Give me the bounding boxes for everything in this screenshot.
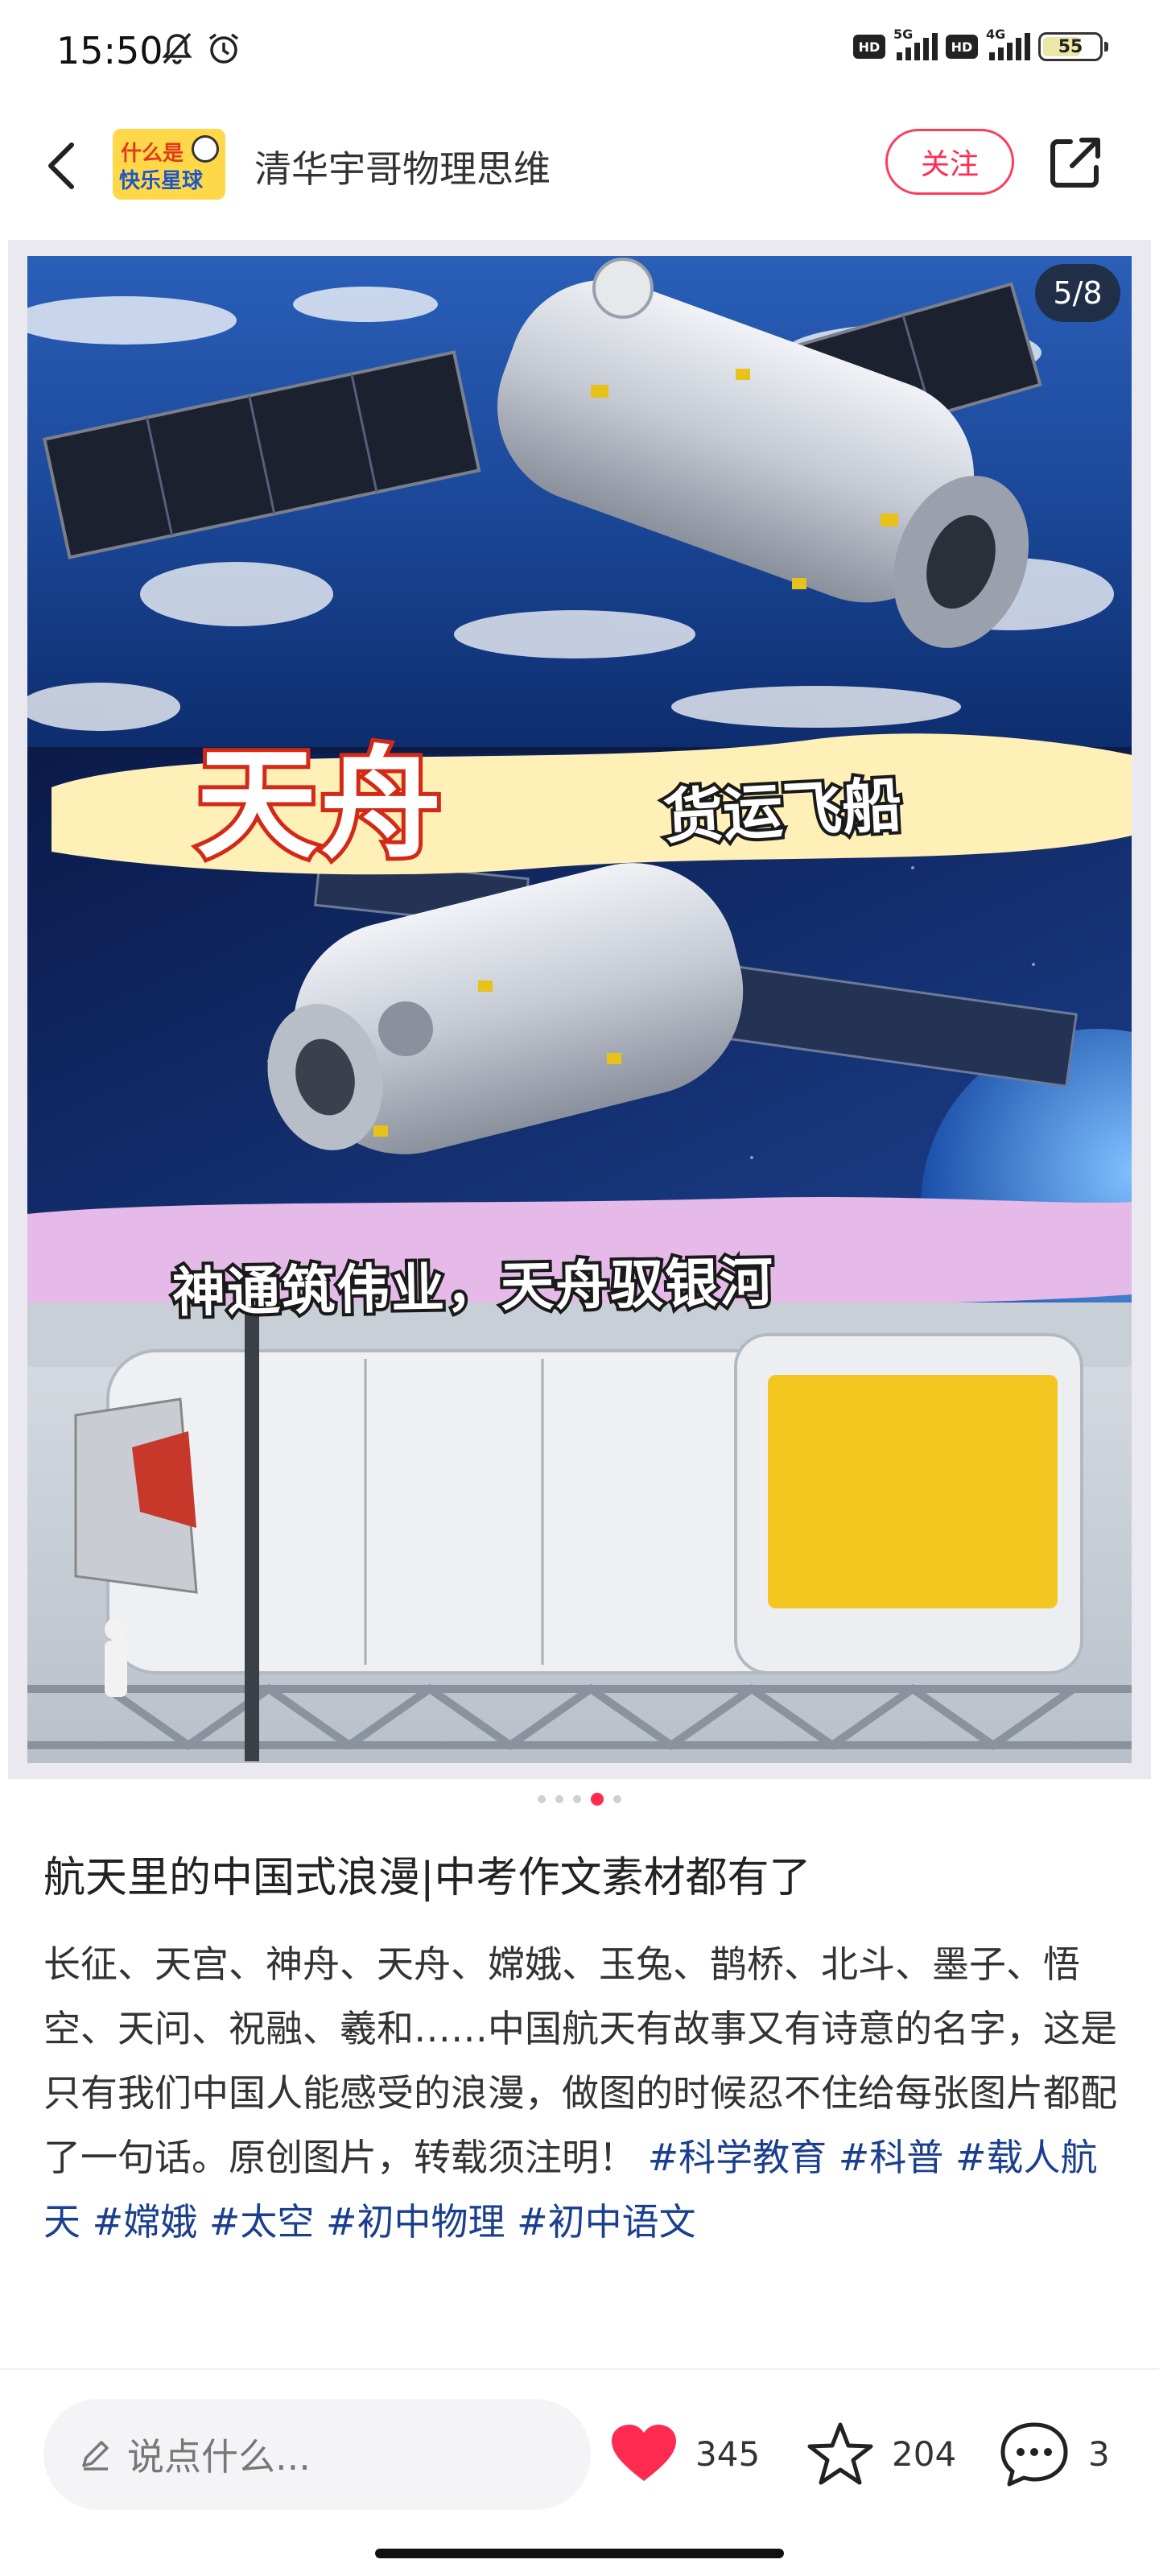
battery-icon: 55 — [1038, 32, 1108, 61]
heart-icon — [612, 2425, 676, 2481]
favorite-button[interactable]: 204 — [806, 2413, 956, 2494]
like-button[interactable]: 345 — [610, 2413, 760, 2494]
share-icon — [1050, 138, 1100, 188]
avatar-text-2: 快乐星球 — [119, 169, 204, 193]
comment-input[interactable]: 说点什么... — [43, 2399, 591, 2510]
carousel-dot — [538, 1795, 546, 1803]
signal-5g-icon: 5G — [893, 27, 938, 60]
hashtag-link[interactable]: #科普 — [827, 2136, 944, 2179]
comment-placeholder: 说点什么... — [127, 2435, 311, 2479]
hashtag-link[interactable]: #初中物理 — [314, 2200, 505, 2244]
poster-title: 天舟 — [192, 731, 445, 879]
follow-button[interactable]: 关注 — [885, 129, 1014, 195]
share-button[interactable] — [1043, 130, 1107, 195]
signal-4g-icon: 4G — [986, 27, 1030, 60]
chevron-left-icon — [48, 142, 74, 189]
hashtag-link[interactable]: #太空 — [197, 2200, 315, 2244]
status-icons-left — [159, 31, 241, 66]
account-name[interactable]: 清华宇哥物理思维 — [254, 140, 551, 193]
poster-slogan: 神通筑伟业，天舟驭银河 — [168, 1248, 777, 1327]
alarm-clock-icon — [208, 33, 239, 64]
poster-artwork — [27, 256, 1132, 1763]
home-indicator[interactable] — [375, 2549, 784, 2558]
favorite-count: 204 — [892, 2434, 957, 2474]
comment-button[interactable]: 3 — [998, 2413, 1110, 2494]
bottom-action-bar: 说点什么... 345 204 3 — [0, 2375, 1159, 2520]
avatar-face-icon — [192, 135, 219, 163]
hashtag-link[interactable]: #嫦娥 — [80, 2200, 198, 2244]
spacecraft-hangar — [74, 1333, 1083, 1674]
carousel-dot — [573, 1795, 581, 1803]
hashtag-link[interactable]: #初中语文 — [505, 2200, 696, 2244]
post-body: 长征、天宫、神舟、天舟、嫦娥、玉兔、鹊桥、北斗、墨子、悟空、天问、祝融、羲和……… — [43, 1932, 1122, 2254]
carousel-dot-active — [591, 1793, 604, 1806]
carousel-dot — [555, 1795, 563, 1803]
pencil-icon — [82, 2441, 109, 2471]
avatar-text-1: 什么是 — [121, 142, 184, 166]
technician-figure — [105, 1618, 127, 1697]
carousel-dots — [0, 1787, 1159, 1811]
post-title: 航天里的中国式浪漫|中考作文素材都有了 — [43, 1854, 811, 1902]
back-button[interactable] — [32, 134, 89, 198]
status-bar: 15:50 HD 5G HD 4G 55 — [0, 0, 1159, 105]
avatar[interactable]: 什么是 快乐星球 — [113, 129, 225, 200]
divider — [0, 2368, 1159, 2370]
hashtag-link[interactable]: #科学教育 — [648, 2136, 827, 2179]
post-header: 什么是 快乐星球 清华宇哥物理思维 关注 — [0, 113, 1159, 217]
mute-bell-icon — [162, 32, 192, 64]
status-icons-right: HD 5G HD 4G 55 — [853, 27, 1108, 61]
page-indicator: 5/8 — [1035, 264, 1120, 322]
comment-count: 3 — [1088, 2434, 1110, 2474]
image-carousel[interactable]: 天舟 货运飞船 神通筑伟业，天舟驭银河 5/8 — [8, 240, 1151, 1779]
hd-badge: HD — [853, 35, 885, 59]
like-count: 345 — [695, 2434, 761, 2474]
poster-subtitle: 货运飞船 — [658, 767, 906, 855]
hd-badge-2: HD — [946, 35, 978, 59]
poster-image[interactable]: 天舟 货运飞船 神通筑伟业，天舟驭银河 — [27, 256, 1132, 1763]
carousel-dot — [613, 1795, 621, 1803]
star-icon — [807, 2422, 873, 2485]
status-time: 15:50 — [56, 29, 163, 72]
comment-bubble-icon — [1000, 2422, 1068, 2487]
